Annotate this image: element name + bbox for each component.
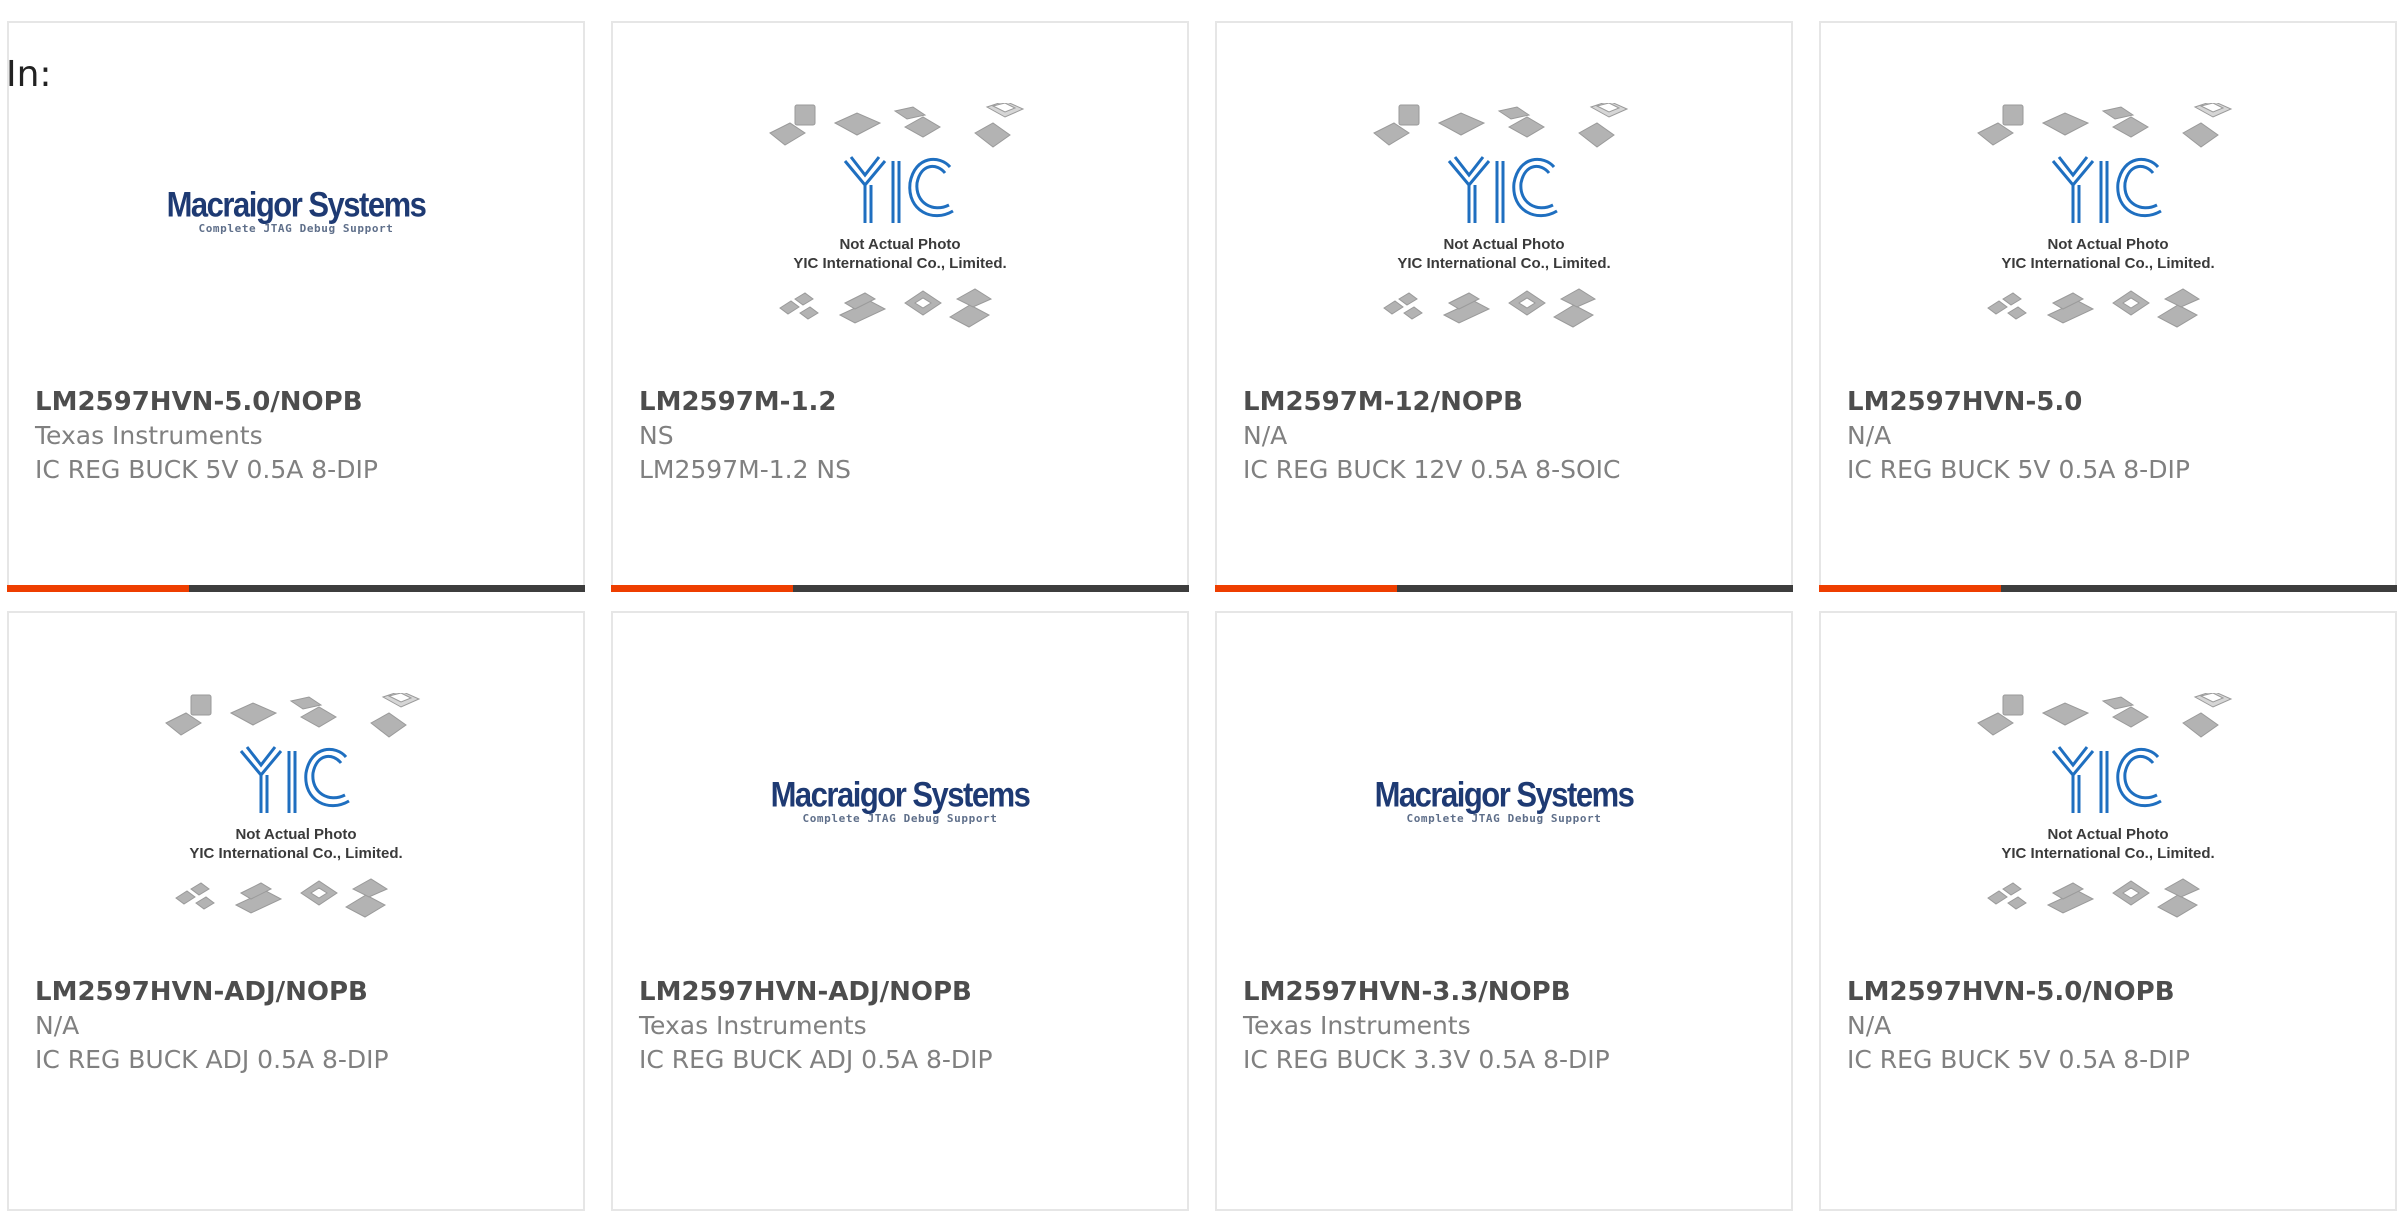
part-number-link[interactable]: LM2597M-12/NOPB [1243,385,1771,419]
product-card[interactable]: Not Actual Photo YIC International Co., L… [1819,611,2397,1211]
yic-placeholder-image: Not Actual Photo YIC International Co., L… [1973,690,2243,933]
placeholder-note-line1: Not Actual Photo [2047,236,2169,253]
filter-label: In: [6,54,52,95]
placeholder-note: Not Actual Photo YIC International Co., L… [765,235,1035,273]
macraigor-logo: Macraigor Systems Complete JTAG Debug Su… [770,774,1031,826]
product-image[interactable]: Not Actual Photo YIC International Co., L… [9,690,583,983]
part-number-link[interactable]: LM2597M-1.2 [639,385,1167,419]
part-number-link[interactable]: LM2597HVN-3.3/NOPB [1243,975,1771,1009]
product-info: LM2597HVN-ADJ/NOPB N/A IC REG BUCK ADJ 0… [35,975,563,1077]
product-info: LM2597HVN-3.3/NOPB Texas Instruments IC … [1243,975,1771,1077]
manufacturer: N/A [35,1011,80,1040]
card-accent-bar-highlight [1215,585,1397,592]
product-card[interactable]: Macraigor Systems Complete JTAG Debug Su… [7,21,585,592]
product-image[interactable]: Not Actual Photo YIC International Co., L… [1217,100,1791,393]
product-info: LM2597HVN-5.0 N/A IC REG BUCK 5V 0.5A 8-… [1847,385,2375,487]
card-accent-bar-highlight [1819,585,2001,592]
product-card[interactable]: Not Actual Photo YIC International Co., L… [611,21,1189,592]
description: IC REG BUCK 3.3V 0.5A 8-DIP [1243,1045,1610,1074]
placeholder-note-line1: Not Actual Photo [235,826,357,843]
product-image[interactable]: Not Actual Photo YIC International Co., L… [1821,690,2395,983]
description: IC REG BUCK ADJ 0.5A 8-DIP [639,1045,993,1074]
chip-placeholder-artwork [1973,690,2243,937]
part-number-link[interactable]: LM2597HVN-ADJ/NOPB [639,975,1167,1009]
placeholder-note-line2: YIC International Co., Limited. [2001,255,2215,272]
chip-placeholder-artwork [1973,100,2243,347]
product-info: LM2597M-12/NOPB N/A IC REG BUCK 12V 0.5A… [1243,385,1771,487]
yic-placeholder-image: Not Actual Photo YIC International Co., L… [1973,100,2243,343]
product-card[interactable]: Macraigor Systems Complete JTAG Debug Su… [1215,611,1793,1211]
product-image[interactable]: Not Actual Photo YIC International Co., L… [1821,100,2395,393]
logo-brand-text: Macraigor Systems [770,774,1031,815]
manufacturer: N/A [1847,421,1892,450]
placeholder-note: Not Actual Photo YIC International Co., L… [161,825,431,863]
macraigor-logo: Macraigor Systems Complete JTAG Debug Su… [166,184,427,236]
part-number-link[interactable]: LM2597HVN-ADJ/NOPB [35,975,563,1009]
manufacturer: Texas Instruments [35,421,263,450]
product-image[interactable]: Macraigor Systems Complete JTAG Debug Su… [9,103,583,393]
manufacturer: Texas Instruments [1243,1011,1471,1040]
part-number-link[interactable]: LM2597HVN-5.0/NOPB [1847,975,2375,1009]
card-accent-bar [1819,585,2397,592]
description: IC REG BUCK 5V 0.5A 8-DIP [35,455,378,484]
macraigor-logo: Macraigor Systems Complete JTAG Debug Su… [1374,774,1635,826]
yic-placeholder-image: Not Actual Photo YIC International Co., L… [1369,100,1639,343]
placeholder-note: Not Actual Photo YIC International Co., L… [1973,235,2243,273]
description: IC REG BUCK ADJ 0.5A 8-DIP [35,1045,389,1074]
logo-brand-text: Macraigor Systems [166,184,427,225]
description: IC REG BUCK 5V 0.5A 8-DIP [1847,455,2190,484]
part-number-link[interactable]: LM2597HVN-5.0 [1847,385,2375,419]
product-grid: Macraigor Systems Complete JTAG Debug Su… [0,0,2400,1211]
yic-placeholder-image: Not Actual Photo YIC International Co., L… [161,690,431,933]
card-accent-bar-highlight [611,585,793,592]
chip-placeholder-artwork [1369,100,1639,347]
logo-brand-text: Macraigor Systems [1374,774,1635,815]
product-card[interactable]: Not Actual Photo YIC International Co., L… [1215,21,1793,592]
product-image[interactable]: Not Actual Photo YIC International Co., L… [613,100,1187,393]
placeholder-note: Not Actual Photo YIC International Co., L… [1973,825,2243,863]
placeholder-note-line2: YIC International Co., Limited. [1397,255,1611,272]
card-accent-bar-highlight [7,585,189,592]
placeholder-note: Not Actual Photo YIC International Co., L… [1369,235,1639,273]
part-number-link[interactable]: LM2597HVN-5.0/NOPB [35,385,563,419]
product-image[interactable]: Macraigor Systems Complete JTAG Debug Su… [1217,693,1791,983]
description: IC REG BUCK 12V 0.5A 8-SOIC [1243,455,1621,484]
product-card[interactable]: Not Actual Photo YIC International Co., L… [1819,21,2397,592]
product-info: LM2597M-1.2 NS LM2597M-1.2 NS [639,385,1167,487]
product-info: LM2597HVN-5.0/NOPB N/A IC REG BUCK 5V 0.… [1847,975,2375,1077]
product-card[interactable]: Not Actual Photo YIC International Co., L… [7,611,585,1211]
placeholder-note-line2: YIC International Co., Limited. [2001,845,2215,862]
manufacturer: N/A [1847,1011,1892,1040]
manufacturer: NS [639,421,674,450]
product-image[interactable]: Macraigor Systems Complete JTAG Debug Su… [613,693,1187,983]
placeholder-note-line1: Not Actual Photo [2047,826,2169,843]
placeholder-note-line1: Not Actual Photo [839,236,961,253]
product-info: LM2597HVN-ADJ/NOPB Texas Instruments IC … [639,975,1167,1077]
placeholder-note-line1: Not Actual Photo [1443,236,1565,253]
placeholder-note-line2: YIC International Co., Limited. [189,845,403,862]
card-accent-bar [7,585,585,592]
chip-placeholder-artwork [161,690,431,937]
description: IC REG BUCK 5V 0.5A 8-DIP [1847,1045,2190,1074]
description: LM2597M-1.2 NS [639,455,851,484]
card-accent-bar [611,585,1189,592]
placeholder-note-line2: YIC International Co., Limited. [793,255,1007,272]
product-info: LM2597HVN-5.0/NOPB Texas Instruments IC … [35,385,563,487]
chip-placeholder-artwork [765,100,1035,347]
card-accent-bar [1215,585,1793,592]
manufacturer: Texas Instruments [639,1011,867,1040]
manufacturer: N/A [1243,421,1288,450]
product-card[interactable]: Macraigor Systems Complete JTAG Debug Su… [611,611,1189,1211]
yic-placeholder-image: Not Actual Photo YIC International Co., L… [765,100,1035,343]
